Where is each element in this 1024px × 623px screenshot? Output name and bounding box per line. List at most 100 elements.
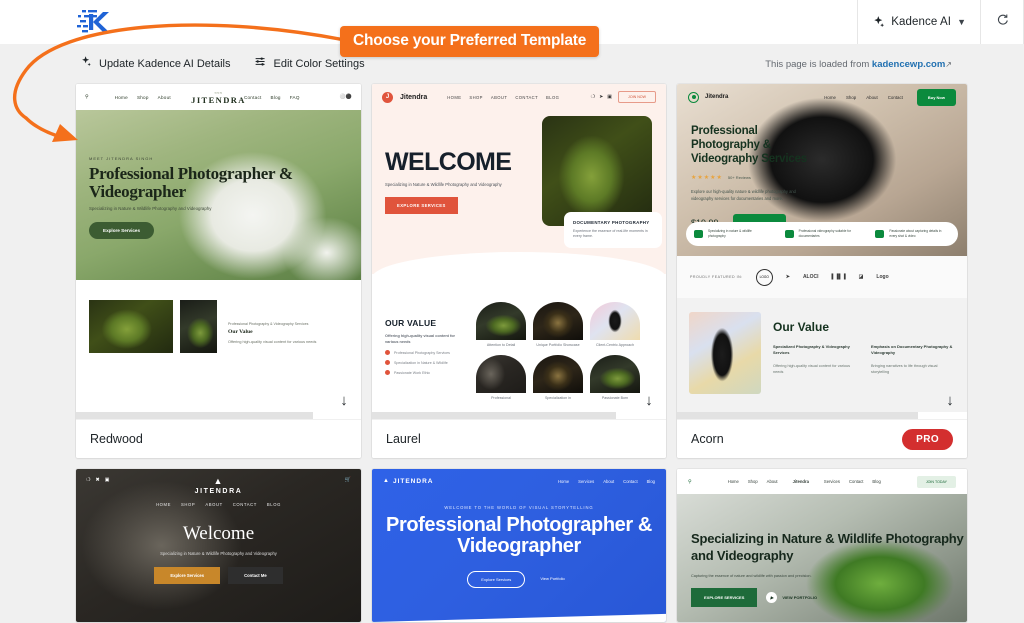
social-icons: ❍ ➤ ▣: [591, 94, 612, 100]
loaded-from-notice: This page is loaded from kadencewp.com↗: [765, 59, 952, 70]
tile-image: [533, 302, 583, 340]
nav-link: CONTACT: [232, 502, 257, 507]
refresh-button[interactable]: [980, 0, 1024, 44]
tile-image: [533, 355, 583, 394]
value-tile: Attention to Detail: [476, 302, 526, 348]
template-card-redwood[interactable]: ⚲ Home Shop About Contact Blog FAQ ⚪⚫ ≈≈…: [76, 84, 361, 458]
bullet-text: Specialization in Nature & Wildlife: [394, 360, 448, 365]
mini-nav: ▲ JITENDRA Home Services About Contact B…: [372, 469, 666, 493]
sub-toolbar-actions: Update Kadence AI Details Edit Color Set…: [80, 55, 365, 73]
featured-logos-strip: PROUDLY FEATURED IN: LOGO ➤ ALOCI ▌▐▌▐ ◪…: [677, 256, 967, 298]
join-now-button: JOIN NOW: [618, 91, 656, 103]
top-bar-right-controls: Kadence AI ▼: [857, 0, 1024, 44]
hero-subtext: Specializing in Nature & Wildlife Photog…: [385, 182, 502, 187]
template-preview: J Jitendra HOME SHOP ABOUT CONTACT BLOG: [372, 84, 666, 419]
hero-subtext: Specializing in Nature & Wildlife Photog…: [89, 206, 212, 211]
value-eyebrow: Professional Photography & Videography S…: [228, 322, 309, 326]
kadence-ai-menu-button[interactable]: Kadence AI ▼: [857, 0, 980, 44]
refresh-icon: [996, 13, 1009, 31]
value-bullet: Specialization in Nature & Wildlife: [385, 360, 467, 366]
value-image: [689, 312, 761, 394]
kadence-logo[interactable]: [76, 5, 116, 39]
preview-scrollbar[interactable]: [677, 412, 967, 419]
mini-nav: ⚲ Home Shop About Jitendra Services Cont…: [677, 469, 967, 494]
mini-value-section: OUR VALUE Offering high-quality visual c…: [372, 274, 666, 419]
brand-logo-icon: J: [382, 91, 393, 103]
preview-scrollbar[interactable]: [372, 412, 666, 419]
value-title: Our Value: [228, 329, 253, 335]
scroll-down-icon[interactable]: ↓: [939, 389, 961, 411]
nav-link: Contact: [623, 478, 638, 484]
template-preview: ⚲ Home Shop About Jitendra Services Cont…: [677, 469, 967, 622]
tile-caption: Specialization in: [545, 396, 571, 401]
feature-strip: Specializing in nature & wildlife photog…: [686, 222, 958, 246]
documentary-card: DOCUMENTARY PHOTOGRAPHY Experience the e…: [564, 212, 662, 248]
tile-caption: Attention to Detail: [486, 343, 516, 347]
template-card-6[interactable]: ⚲ Home Shop About Jitendra Services Cont…: [677, 469, 967, 622]
nav-link: Services: [578, 478, 595, 484]
value-text: Offering high-quality visual content for…: [385, 334, 456, 345]
nav-link: About: [866, 94, 878, 100]
x-icon: ✖: [95, 477, 100, 483]
template-grid: ⚲ Home Shop About Contact Blog FAQ ⚪⚫ ≈≈…: [76, 84, 967, 622]
scroll-down-icon[interactable]: ↓: [638, 389, 660, 411]
pro-badge: PRO: [902, 428, 953, 450]
update-details-label: Update Kadence AI Details: [99, 58, 231, 70]
tile-image: [476, 302, 526, 340]
nav-link: About: [157, 94, 171, 100]
nav-link: HOME: [156, 502, 172, 507]
kadencewp-link[interactable]: kadencewp.com: [872, 59, 945, 70]
brand-name: JITENDRA: [194, 488, 243, 495]
view-portfolio-label: VIEW PORTFOLIO: [782, 594, 818, 600]
template-card-5[interactable]: ▲ JITENDRA Home Services About Contact B…: [372, 469, 666, 622]
template-preview: ▲ JITENDRA Home Services About Contact B…: [372, 469, 666, 622]
hero-kicker: MEET JITENDRA SINGH: [89, 156, 154, 161]
template-name: Redwood: [90, 432, 143, 446]
hero-description: Explore our high-quality nature & wildli…: [691, 189, 796, 201]
nav-link: SHOP: [469, 94, 483, 100]
template-card-4[interactable]: ❍ ✖ ▣ 🛒 ▲ JITENDRA HOME SHOP ABOUT CONTA…: [76, 469, 361, 622]
card-footer: Redwood: [76, 419, 361, 458]
mini-value-section: Our Value Specialized Photography & Vide…: [677, 298, 967, 418]
value-column: Specialized Photography & Videography Se…: [773, 344, 857, 375]
value-column-text: Offering high-quality visual content for…: [773, 363, 850, 374]
template-card-acorn[interactable]: Jitendra Home Shop About Contact Buy Now…: [677, 84, 967, 458]
value-column-text: Bringing narratives to life through visu…: [871, 363, 938, 374]
hero-headline: Professional Photography & Videography S…: [691, 125, 807, 166]
nav-link: BLOG: [546, 94, 560, 100]
sliders-icon: [254, 55, 267, 73]
contact-me-button: Contact Me: [228, 567, 283, 584]
value-tile: Unique Portfolio Showcase: [533, 302, 583, 348]
scroll-down-icon[interactable]: ↓: [333, 389, 355, 411]
preview-scrollbar[interactable]: [76, 412, 361, 419]
bullet-text: Passionate Work Ethic: [394, 370, 431, 375]
template-name: Laurel: [386, 432, 421, 446]
feature-item: Passionate about capturing details in ev…: [867, 229, 958, 238]
template-preview: ❍ ✖ ▣ 🛒 ▲ JITENDRA HOME SHOP ABOUT CONTA…: [76, 469, 361, 622]
template-name: Acorn: [691, 432, 724, 446]
value-text: Offering high-quality visual content for…: [228, 340, 317, 344]
template-card-laurel[interactable]: J Jitendra HOME SHOP ABOUT CONTACT BLOG: [372, 84, 666, 458]
update-kadence-ai-details-button[interactable]: Update Kadence AI Details: [80, 55, 230, 73]
documentary-card-title: DOCUMENTARY PHOTOGRAPHY: [573, 220, 650, 225]
truck-icon: [694, 230, 703, 238]
nav-link: Home: [824, 94, 836, 100]
buy-now-button: Buy Now: [916, 88, 956, 106]
hero-headline: Welcome: [182, 523, 255, 544]
instagram-icon: ▣: [607, 94, 613, 100]
mini-value-section: Professional Photography & Videography S…: [76, 280, 361, 419]
nav-link: Home: [114, 94, 128, 100]
explore-services-button: Explore Services: [467, 570, 526, 588]
external-link-icon: ↗: [945, 59, 952, 69]
facebook-icon: ❍: [590, 94, 596, 100]
hero-cta-button: EXPLORE SERVICES: [385, 197, 458, 214]
cart-icon: ⚪⚫: [339, 94, 352, 100]
join-today-button: JOIN TODAY: [916, 475, 956, 488]
nav-link: Blog: [270, 94, 281, 100]
tile-image: [590, 355, 640, 394]
edit-color-settings-button[interactable]: Edit Color Settings: [254, 55, 365, 73]
instagram-icon: ▣: [104, 477, 110, 483]
card-footer: Acorn PRO: [677, 419, 967, 458]
explore-services-button: EXPLORE SERVICES: [691, 587, 758, 607]
tile-caption: Client-Centric Approach: [596, 343, 634, 347]
